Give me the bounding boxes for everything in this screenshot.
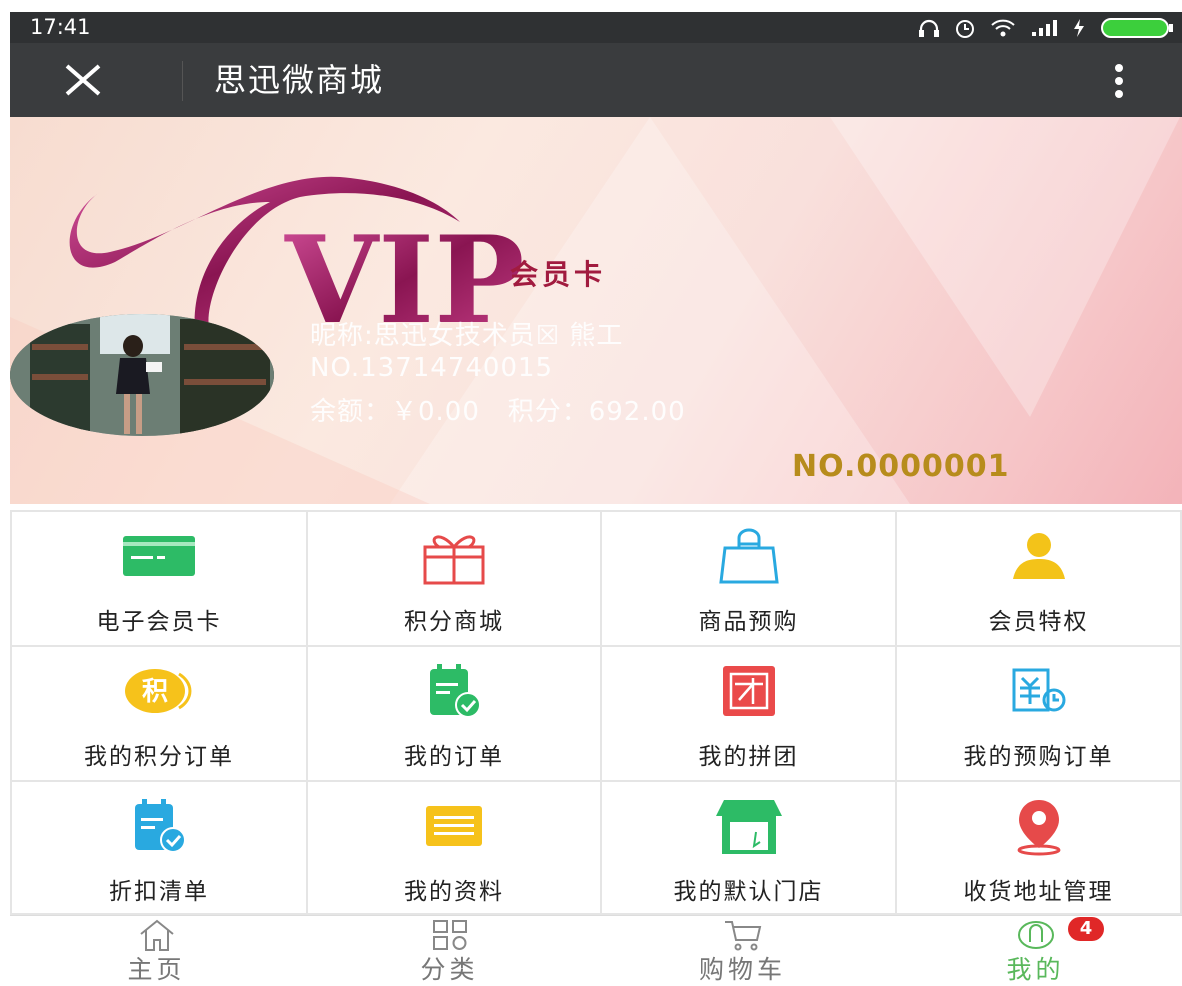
grid-item-discount-list[interactable]: 折扣清单 bbox=[12, 782, 306, 913]
banner-facet bbox=[830, 117, 1180, 417]
header-divider bbox=[182, 61, 183, 101]
more-options-icon[interactable] bbox=[1113, 63, 1125, 99]
grid-item-label: 商品预购 bbox=[698, 609, 799, 635]
grid-item-label: 电子会员卡 bbox=[96, 609, 222, 635]
tab-mine[interactable]: 我的 bbox=[889, 916, 1182, 984]
balance-value: 余额：￥0.00 bbox=[310, 397, 480, 427]
svg-text:积: 积 bbox=[142, 677, 168, 707]
member-icon bbox=[999, 526, 1079, 586]
category-icon bbox=[432, 920, 467, 950]
card-number: NO.0000001 bbox=[792, 449, 1010, 484]
grid-item-label: 我的积分订单 bbox=[84, 744, 234, 770]
status-icons bbox=[918, 16, 1174, 40]
shopping-bag-icon bbox=[709, 526, 789, 586]
grid-item-my-profile[interactable]: 我的资料 bbox=[308, 782, 600, 913]
member-nickname: 昵称:思迅女技术员☒ 熊工 bbox=[310, 321, 624, 351]
headphone-icon bbox=[919, 19, 939, 37]
wifi-icon bbox=[991, 19, 1015, 37]
tab-label: 主页 bbox=[127, 955, 186, 984]
cart-icon bbox=[724, 921, 761, 951]
gift-icon bbox=[414, 526, 494, 586]
grid-item-e-member-card[interactable]: 电子会员卡 bbox=[12, 512, 306, 645]
order-calendar-icon bbox=[414, 661, 494, 721]
vip-card[interactable]: VIP 会员卡 昵称:思迅女技术员☒ 熊工 NO.13714740015 余额：… bbox=[10, 117, 1182, 504]
tab-cart[interactable]: 购物车 bbox=[596, 916, 889, 984]
charging-icon bbox=[1074, 19, 1084, 37]
location-pin-icon bbox=[999, 796, 1079, 856]
avatar[interactable] bbox=[10, 314, 274, 436]
member-balance: 余额：￥0.00 积分：692.00 bbox=[310, 391, 686, 428]
grid-item-label: 会员特权 bbox=[988, 609, 1089, 635]
grid-item-label: 我的默认门店 bbox=[673, 879, 824, 905]
grid-item-product-preorder[interactable]: 商品预购 bbox=[602, 512, 895, 645]
tab-category[interactable]: 分类 bbox=[303, 916, 596, 984]
grid-item-label: 我的资料 bbox=[404, 879, 504, 905]
battery-icon bbox=[1101, 18, 1173, 38]
points-icon: 积 bbox=[119, 661, 199, 721]
grid-item-label: 我的预购订单 bbox=[963, 744, 1114, 770]
member-phone: NO.13714740015 bbox=[310, 353, 554, 383]
grid-item-my-points-orders[interactable]: 积 我的积分订单 bbox=[12, 647, 306, 780]
grid-item-my-preorders[interactable]: 我的预购订单 bbox=[897, 647, 1180, 780]
grid-item-label: 我的订单 bbox=[404, 744, 504, 770]
tab-label: 购物车 bbox=[698, 955, 786, 984]
discount-list-icon bbox=[119, 796, 199, 856]
profile-doc-icon bbox=[414, 796, 494, 856]
grid-item-my-group-buy[interactable]: 我的拼团 bbox=[602, 647, 895, 780]
grid-item-label: 积分商城 bbox=[404, 609, 504, 635]
grid-item-label: 我的拼团 bbox=[698, 744, 799, 770]
vip-card-word: 会员卡 bbox=[510, 258, 607, 291]
card-icon bbox=[119, 526, 199, 586]
tab-label: 我的 bbox=[1006, 955, 1065, 984]
header-bar: 思迅微商城 bbox=[10, 43, 1182, 117]
page-title: 思迅微商城 bbox=[214, 61, 385, 99]
group-buy-icon bbox=[709, 661, 789, 721]
grid-item-label: 收货地址管理 bbox=[963, 879, 1114, 905]
grid-item-address-management[interactable]: 收货地址管理 bbox=[897, 782, 1180, 913]
grid-item-member-privileges[interactable]: 会员特权 bbox=[897, 512, 1180, 645]
grid-item-label: 折扣清单 bbox=[109, 879, 209, 905]
signal-icon bbox=[1032, 20, 1057, 36]
store-icon bbox=[709, 796, 789, 856]
grid-item-my-default-store[interactable]: 我的默认门店 bbox=[602, 782, 895, 913]
bottom-tab-bar: 主页 分类 购物车 我的 bbox=[10, 915, 1182, 984]
avatar-photo bbox=[10, 314, 274, 436]
function-grid: 电子会员卡 积分商城 商品预购 会员特权 积 我的积分订单 我的订单 我的拼团 … bbox=[10, 510, 1182, 915]
notification-badge: 4 bbox=[1068, 917, 1104, 941]
close-icon[interactable] bbox=[64, 63, 102, 97]
status-time: 17:41 bbox=[30, 15, 91, 39]
grid-item-my-orders[interactable]: 我的订单 bbox=[308, 647, 600, 780]
home-icon bbox=[139, 919, 174, 951]
preorder-icon bbox=[999, 661, 1079, 721]
user-icon bbox=[1017, 921, 1054, 949]
alarm-icon bbox=[956, 20, 974, 38]
grid-item-points-mall[interactable]: 积分商城 bbox=[308, 512, 600, 645]
tab-home[interactable]: 主页 bbox=[10, 916, 303, 984]
tab-label: 分类 bbox=[420, 955, 479, 984]
status-bar: 17:41 bbox=[10, 12, 1182, 43]
points-value: 积分：692.00 bbox=[507, 397, 686, 427]
